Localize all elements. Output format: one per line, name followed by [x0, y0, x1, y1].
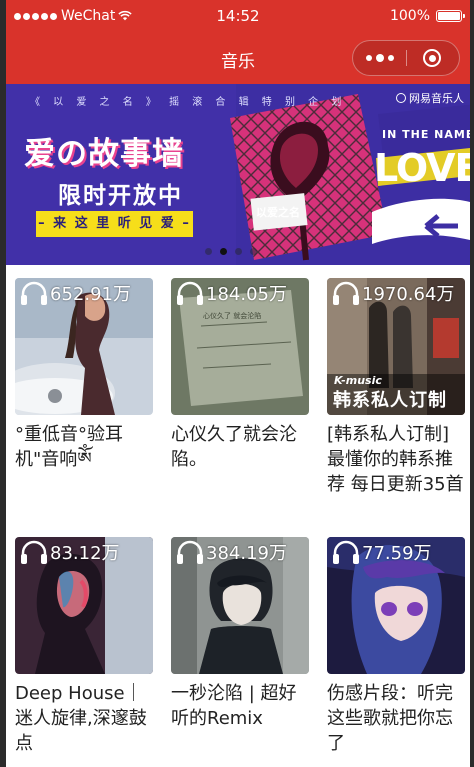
netease-music-icon: [396, 93, 406, 103]
banner-cta: – 来 这 里 听 见 爱 –: [36, 211, 193, 237]
banner-brand: 网易音乐人: [396, 90, 464, 106]
cover-caption-big: 韩系私人订制: [333, 390, 447, 411]
navigation-bar: 音乐: [6, 34, 470, 84]
play-count: 83.12万: [19, 539, 120, 565]
battery-status: 100%: [389, 8, 465, 24]
play-count-value: 652.91万: [50, 284, 131, 305]
carousel-dot[interactable]: [235, 248, 242, 255]
banner-top-text: 《 以 爱 之 名 》 摇 滚 合 辑 特 别 企 划: [30, 97, 347, 108]
battery-percentage: 100%: [389, 8, 430, 24]
device-frame-right: [470, 0, 474, 767]
headphone-icon: [21, 540, 47, 564]
carousel-dot[interactable]: [205, 248, 212, 255]
headphone-icon: [333, 540, 359, 564]
playlist-title[interactable]: 心仪久了就会沦陷。: [171, 422, 310, 472]
banner-subheadline: 限时开放中: [58, 183, 183, 209]
mini-program-capsule: [352, 40, 460, 76]
banner-brand-label: 网易音乐人: [409, 92, 464, 105]
playlist-title[interactable]: 伤感片段：听完这些歌就把你忘了: [327, 681, 466, 756]
battery-icon: [436, 10, 465, 22]
status-bar: WeChat 14:52 100%: [6, 0, 470, 34]
play-count: 184.05万: [175, 280, 287, 306]
banner-love-text: LOVE: [374, 146, 470, 190]
banner-carousel[interactable]: 《 以 爱 之 名 》 摇 滚 合 辑 特 别 企 划 网易音乐人 爱の故事墙 …: [6, 84, 470, 265]
playlist-cover[interactable]: K-music 韩系私人订制 1970.64万: [327, 278, 465, 415]
play-count-value: 83.12万: [50, 543, 120, 564]
carousel-dot[interactable]: [250, 248, 257, 255]
play-count: 77.59万: [331, 539, 432, 565]
carousel-dot-active[interactable]: [220, 248, 227, 255]
playlist-cover[interactable]: 652.91万: [15, 278, 153, 415]
headphone-icon: [177, 281, 203, 305]
playlist-title[interactable]: 一秒沦陷 | 超好听的Remix: [171, 681, 310, 731]
playlist-title[interactable]: Deep House｜迷人旋律,深邃鼓点: [15, 681, 154, 756]
playlist-cover[interactable]: 77.59万: [327, 537, 465, 674]
play-count: 384.19万: [175, 539, 287, 565]
playlist-cover[interactable]: 心仪久了 就会沦陷 184.05万: [171, 278, 309, 415]
headphone-icon: [333, 281, 359, 305]
close-mini-program-icon[interactable]: [405, 41, 459, 75]
headphone-icon: [21, 281, 47, 305]
playlist-title[interactable]: [韩系私人订制]最懂你的韩系推荐 每日更新35首: [327, 422, 466, 497]
playlist-title[interactable]: °重低音°验耳机"音响ༀ: [15, 422, 154, 472]
app-screen: WeChat 14:52 100% 音乐 《 以 爱 之 名 》 摇 滚 合 辑…: [6, 0, 470, 767]
more-icon[interactable]: [353, 41, 406, 75]
playlist-cover[interactable]: 384.19万: [171, 537, 309, 674]
svg-text:心仪久了 就会沦陷: 心仪久了 就会沦陷: [203, 311, 261, 320]
banner-in-the-name: IN THE NAME OF: [382, 128, 470, 141]
banner-headline: 爱の故事墙: [24, 136, 184, 172]
play-count-value: 77.59万: [362, 543, 432, 564]
playlist-cover[interactable]: 83.12万: [15, 537, 153, 674]
play-count: 1970.64万: [331, 280, 454, 306]
play-count-value: 184.05万: [206, 284, 287, 305]
play-count: 652.91万: [19, 280, 131, 306]
carousel-indicator: [205, 248, 257, 255]
play-count-value: 384.19万: [206, 543, 287, 564]
banner-album-tag: 以爱之名: [256, 206, 300, 219]
headphone-icon: [177, 540, 203, 564]
play-count-value: 1970.64万: [362, 284, 455, 305]
